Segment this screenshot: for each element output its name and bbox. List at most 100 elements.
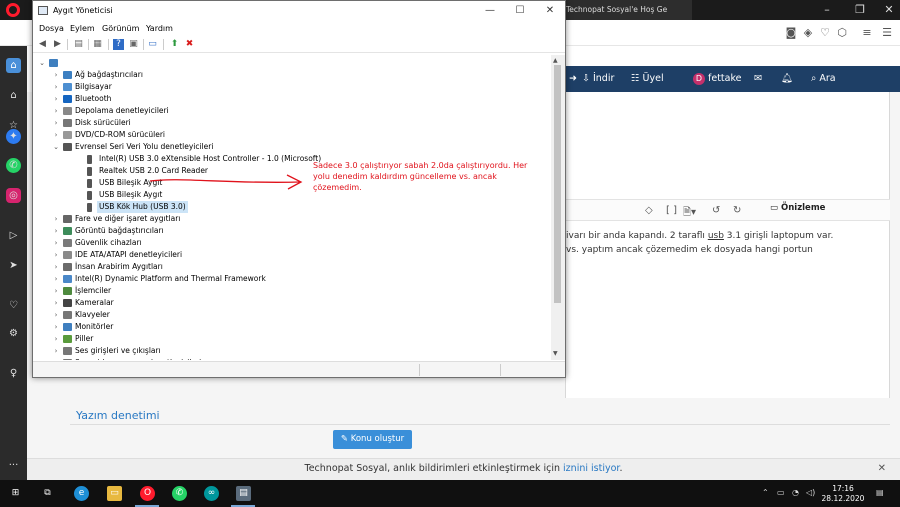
shield-icon[interactable]: ◈ (801, 26, 815, 40)
expand-icon[interactable]: › (52, 309, 60, 321)
device-item[interactable]: USB Kök Hub (USB 3.0) (35, 201, 535, 213)
camera-icon[interactable]: ◙ (784, 26, 798, 40)
create-topic-button[interactable]: ✎ Konu oluştur (333, 430, 412, 449)
nav-arrow-icon[interactable]: ➜ (569, 73, 577, 84)
menu-view[interactable]: Görünüm (102, 24, 139, 33)
undo-icon[interactable]: ↺ (712, 205, 720, 216)
expand-icon[interactable]: › (52, 117, 60, 129)
device-manager-taskbar-icon[interactable]: ▤ (236, 486, 251, 501)
scrollbar-thumb[interactable] (554, 65, 561, 303)
vertical-scrollbar[interactable]: ▲ ▼ (551, 55, 565, 360)
collapse-icon[interactable]: ⌄ (38, 57, 46, 69)
properties-icon[interactable]: ▦ (92, 39, 103, 50)
extensions-icon[interactable]: ☰ (880, 26, 894, 40)
device-category[interactable]: › Depolama denetleyicileri (35, 105, 535, 117)
cube-icon[interactable]: ⬡ (835, 26, 849, 40)
opera-icon[interactable]: O (140, 486, 155, 501)
device-category[interactable]: › Intel(R) Dynamic Platform and Thermal F… (35, 273, 535, 285)
expand-icon[interactable]: › (52, 129, 60, 141)
expand-icon[interactable]: › (52, 237, 60, 249)
task-view-icon[interactable]: ⧉ (40, 486, 55, 501)
device-category[interactable]: › Piller (35, 333, 535, 345)
device-category[interactable]: › Disk sürücüleri (35, 117, 535, 129)
preview-button[interactable]: ▭ Önizleme (770, 203, 825, 213)
menu-file[interactable]: Dosya (39, 24, 64, 33)
back-icon[interactable]: ◀ (37, 39, 48, 50)
battery-tray-icon[interactable]: ▭ (777, 488, 785, 497)
arduino-icon[interactable]: ∞ (204, 486, 219, 501)
collapse-icon[interactable]: ⌄ (52, 141, 60, 153)
post-text-link[interactable]: usb (708, 231, 724, 241)
expand-icon[interactable]: › (52, 69, 60, 81)
help-icon[interactable]: ? (113, 39, 124, 50)
volume-icon[interactable]: ◁) (806, 488, 815, 497)
expand-icon[interactable]: › (52, 249, 60, 261)
show-hide-tree-icon[interactable]: ▤ (73, 39, 84, 50)
tray-chevron-icon[interactable]: ⌃ (762, 488, 769, 497)
expand-icon[interactable]: › (52, 297, 60, 309)
close-icon[interactable]: ✕ (874, 0, 900, 20)
player-icon[interactable]: ▷ (6, 228, 21, 243)
expand-icon[interactable]: › (52, 273, 60, 285)
expand-icon[interactable]: › (52, 285, 60, 297)
settings-icon[interactable]: ⚙ (6, 326, 21, 341)
forward-icon[interactable]: ▶ (52, 39, 63, 50)
restore-icon[interactable]: ❐ (845, 0, 875, 20)
menu-action[interactable]: Eylem (70, 24, 95, 33)
messenger-icon[interactable]: ✦ (6, 129, 21, 144)
device-category[interactable]: › Monitörler (35, 321, 535, 333)
expand-icon[interactable]: › (52, 93, 60, 105)
bulb-icon[interactable]: ♀ (6, 366, 21, 381)
scroll-down-icon[interactable]: ▼ (553, 350, 558, 357)
device-category[interactable]: › İşlemciler (35, 285, 535, 297)
user-menu[interactable]: Dfettake (693, 73, 741, 85)
uninstall-device-icon[interactable]: ✖ (184, 39, 195, 50)
send-icon[interactable]: ➤ (6, 258, 21, 273)
expand-icon[interactable]: › (52, 345, 60, 357)
expand-icon[interactable]: › (52, 105, 60, 117)
menu-help[interactable]: Yardım (146, 24, 173, 33)
clock[interactable]: 17:16 28.12.2020 (820, 484, 866, 504)
file-explorer-icon[interactable]: ▭ (107, 486, 122, 501)
expand-icon[interactable]: › (52, 213, 60, 225)
nav-members[interactable]: ☷ Üyel (631, 73, 664, 84)
minimize-icon[interactable]: – (812, 0, 842, 20)
opera-logo-icon[interactable] (6, 3, 20, 17)
more-icon[interactable]: ··· (6, 458, 21, 473)
home-icon[interactable]: ⌂ (6, 88, 21, 103)
tree-root[interactable]: ⌄ (35, 57, 535, 69)
redo-icon[interactable]: ↻ (733, 205, 741, 216)
action-center-icon[interactable]: ▤ (876, 488, 884, 497)
device-category[interactable]: › Fare ve diğer işaret aygıtları (35, 213, 535, 225)
dm-minimize-icon[interactable]: — (476, 3, 504, 19)
expand-icon[interactable]: › (52, 333, 60, 345)
device-category[interactable]: › Ağ bağdaştırıcıları (35, 69, 535, 81)
dm-maximize-icon[interactable]: ☐ (506, 3, 534, 19)
windows-start-icon[interactable]: ⊞ (8, 486, 23, 501)
device-category[interactable]: › Bilgisayar (35, 81, 535, 93)
device-category[interactable]: › DVD/CD-ROM sürücüleri (35, 129, 535, 141)
instagram-icon[interactable]: ◎ (6, 188, 21, 203)
whatsapp-taskbar-icon[interactable]: ✆ (172, 486, 187, 501)
nav-search[interactable]: ⌕ Ara (811, 73, 836, 84)
messages-icon[interactable]: ✉ (754, 73, 762, 84)
expand-icon[interactable]: › (52, 225, 60, 237)
notifications-icon[interactable]: 🔔︎ (781, 73, 793, 84)
nav-download[interactable]: ⇩ İndir (582, 73, 614, 84)
device-category[interactable]: › Kameralar (35, 297, 535, 309)
eraser-icon[interactable]: ◇ (645, 205, 653, 216)
bbcode-icon[interactable]: [ ] (666, 205, 677, 216)
edge-icon[interactable]: e (74, 486, 89, 501)
device-category[interactable]: › Görüntü bağdaştırıcıları (35, 225, 535, 237)
wifi-icon[interactable]: ◔ (792, 488, 799, 497)
notification-close-icon[interactable]: ✕ (878, 459, 886, 479)
whatsapp-icon[interactable]: ✆ (6, 158, 21, 173)
view-icon[interactable]: ▣ (128, 39, 139, 50)
expand-icon[interactable]: › (52, 357, 60, 360)
browser-tab[interactable]: Technopat Sosyal'e Hoş Ge (562, 0, 692, 20)
device-category[interactable]: › Ses girişleri ve çıkışları (35, 345, 535, 357)
speed-dial-icon[interactable]: ⌂ (6, 58, 21, 73)
device-category[interactable]: › İnsan Arabirim Aygıtları (35, 261, 535, 273)
device-category[interactable]: › Klavyeler (35, 309, 535, 321)
heart-icon[interactable]: ♡ (818, 26, 832, 40)
